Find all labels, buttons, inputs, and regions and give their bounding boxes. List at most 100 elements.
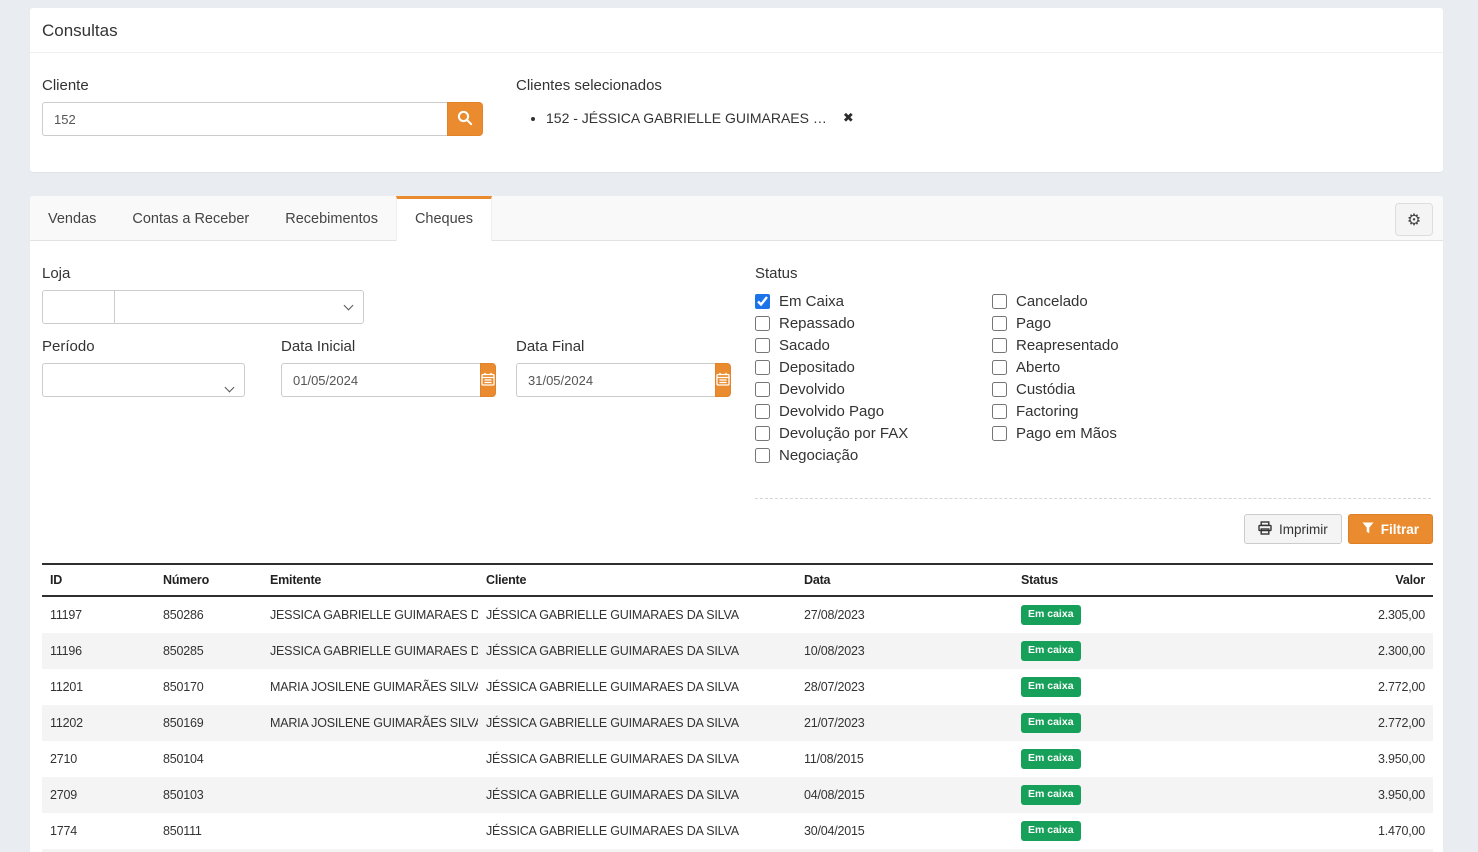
- status-option[interactable]: Devolvido Pago: [755, 400, 992, 422]
- printer-icon: [1258, 521, 1272, 538]
- cell-status: Em caixa: [1013, 633, 1230, 669]
- cell-status: Em caixa: [1013, 596, 1230, 633]
- cell-emitente: JESSICA GABRIELLE GUIMARAES D…: [262, 596, 478, 633]
- imprimir-button[interactable]: Imprimir: [1244, 514, 1342, 544]
- status-checkbox[interactable]: [992, 360, 1007, 375]
- status-option-label: Cancelado: [1016, 293, 1088, 310]
- status-option[interactable]: Em Caixa: [755, 290, 992, 312]
- loja-code-input[interactable]: [42, 290, 115, 324]
- status-option[interactable]: Depositado: [755, 356, 992, 378]
- tab[interactable]: Recebimentos: [267, 196, 396, 240]
- cell-data: 21/07/2023: [796, 705, 1013, 741]
- data-final-label: Data Final: [516, 338, 718, 355]
- cell-numero: 850286: [155, 596, 262, 633]
- status-checkbox[interactable]: [755, 426, 770, 441]
- cell-status: Em caixa: [1013, 813, 1230, 849]
- status-checkbox[interactable]: [992, 382, 1007, 397]
- remove-client-icon[interactable]: ✖: [843, 111, 854, 126]
- cell-data: 11/08/2015: [796, 741, 1013, 777]
- settings-button[interactable]: ⚙: [1395, 203, 1433, 236]
- tab-bar: Vendas Contas a Receber Recebimentos Che…: [30, 196, 1443, 241]
- status-checkbox[interactable]: [992, 338, 1007, 353]
- status-checkbox[interactable]: [992, 294, 1007, 309]
- cell-id: 11197: [42, 596, 155, 633]
- filter-icon: [1362, 522, 1374, 537]
- data-inicial-calendar-button[interactable]: [480, 363, 496, 397]
- status-badge: Em caixa: [1021, 749, 1081, 769]
- status-checkbox[interactable]: [992, 426, 1007, 441]
- selected-client-item: 152 - JÉSSICA GABRIELLE GUIMARAES … ✖: [546, 110, 854, 126]
- filtrar-button[interactable]: Filtrar: [1348, 514, 1433, 544]
- status-checkbox[interactable]: [755, 404, 770, 419]
- status-checkbox[interactable]: [992, 404, 1007, 419]
- table-row: 11197 850286 JESSICA GABRIELLE GUIMARAES…: [42, 596, 1433, 633]
- status-option[interactable]: Reapresentado: [992, 334, 1119, 356]
- cell-data: 28/07/2023: [796, 669, 1013, 705]
- status-option[interactable]: Pago em Mãos: [992, 422, 1119, 444]
- cell-cliente: JÉSSICA GABRIELLE GUIMARAES DA SILVA: [478, 741, 796, 777]
- loja-label: Loja: [42, 265, 752, 282]
- cell-cliente: JÉSSICA GABRIELLE GUIMARAES DA SILVA: [478, 669, 796, 705]
- tab[interactable]: Contas a Receber: [114, 196, 267, 240]
- status-badge: Em caixa: [1021, 677, 1081, 697]
- cell-numero: 850111: [155, 813, 262, 849]
- cell-status: Em caixa: [1013, 705, 1230, 741]
- status-checkbox[interactable]: [755, 316, 770, 331]
- status-option[interactable]: Sacado: [755, 334, 992, 356]
- table-row: 11196 850285 JESSICA GABRIELLE GUIMARAES…: [42, 633, 1433, 669]
- periodo-select[interactable]: [42, 363, 245, 397]
- cell-numero: 850103: [155, 777, 262, 813]
- status-badge: Em caixa: [1021, 641, 1081, 661]
- status-checkbox[interactable]: [755, 360, 770, 375]
- status-option[interactable]: Custódia: [992, 378, 1119, 400]
- status-checkbox[interactable]: [992, 316, 1007, 331]
- status-option-label: Em Caixa: [779, 293, 844, 310]
- status-checkbox[interactable]: [755, 338, 770, 353]
- selected-clients-list: 152 - JÉSSICA GABRIELLE GUIMARAES … ✖: [546, 110, 854, 126]
- status-option[interactable]: Repassado: [755, 312, 992, 334]
- tab[interactable]: Cheques: [396, 196, 492, 241]
- table-header-row: ID Número Emitente Cliente Data Status V…: [42, 564, 1433, 596]
- cell-cliente: JÉSSICA GABRIELLE GUIMARAES DA SILVA: [478, 813, 796, 849]
- search-button[interactable]: [447, 102, 483, 136]
- cell-emitente: [262, 777, 478, 813]
- data-final-calendar-button[interactable]: [715, 363, 731, 397]
- cell-data: 27/08/2023: [796, 596, 1013, 633]
- status-option[interactable]: Pago: [992, 312, 1119, 334]
- status-filter-group: Status Em Caixa Repassado: [755, 251, 1431, 499]
- status-badge: Em caixa: [1021, 605, 1081, 625]
- col-header-id: ID: [42, 564, 155, 596]
- cell-data: 30/04/2015: [796, 813, 1013, 849]
- status-option-label: Devolvido: [779, 381, 845, 398]
- status-option-label: Depositado: [779, 359, 855, 376]
- cell-emitente: MARIA JOSILENE GUIMARÃES SILVA: [262, 669, 478, 705]
- cell-id: 11201: [42, 669, 155, 705]
- cell-data: 10/08/2023: [796, 633, 1013, 669]
- cell-cliente: JÉSSICA GABRIELLE GUIMARAES DA SILVA: [478, 596, 796, 633]
- data-final-input[interactable]: [516, 363, 715, 397]
- cell-id: 2709: [42, 777, 155, 813]
- status-option-label: Factoring: [1016, 403, 1079, 420]
- table-row: 1774 850111 JÉSSICA GABRIELLE GUIMARAES …: [42, 813, 1433, 849]
- table-row: 2710 850104 JÉSSICA GABRIELLE GUIMARAES …: [42, 741, 1433, 777]
- tab[interactable]: Vendas: [30, 196, 114, 240]
- status-option[interactable]: Cancelado: [992, 290, 1119, 312]
- status-checkbox[interactable]: [755, 294, 770, 309]
- col-header-cliente: Cliente: [478, 564, 796, 596]
- status-checkbox[interactable]: [755, 448, 770, 463]
- status-option[interactable]: Devolução por FAX: [755, 422, 992, 444]
- status-option[interactable]: Factoring: [992, 400, 1119, 422]
- data-inicial-input[interactable]: [281, 363, 480, 397]
- status-option[interactable]: Negociação: [755, 444, 992, 466]
- status-option-label: Sacado: [779, 337, 830, 354]
- page-title: Consultas: [30, 8, 1443, 53]
- status-option[interactable]: Aberto: [992, 356, 1119, 378]
- cell-cliente: JÉSSICA GABRIELLE GUIMARAES DA SILVA: [478, 633, 796, 669]
- loja-select[interactable]: [114, 290, 364, 324]
- status-checkbox[interactable]: [755, 382, 770, 397]
- status-option[interactable]: Devolvido: [755, 378, 992, 400]
- status-option-label: Negociação: [779, 447, 858, 464]
- cliente-search-input[interactable]: [42, 102, 447, 136]
- status-option-label: Reapresentado: [1016, 337, 1119, 354]
- status-option-label: Devolução por FAX: [779, 425, 908, 442]
